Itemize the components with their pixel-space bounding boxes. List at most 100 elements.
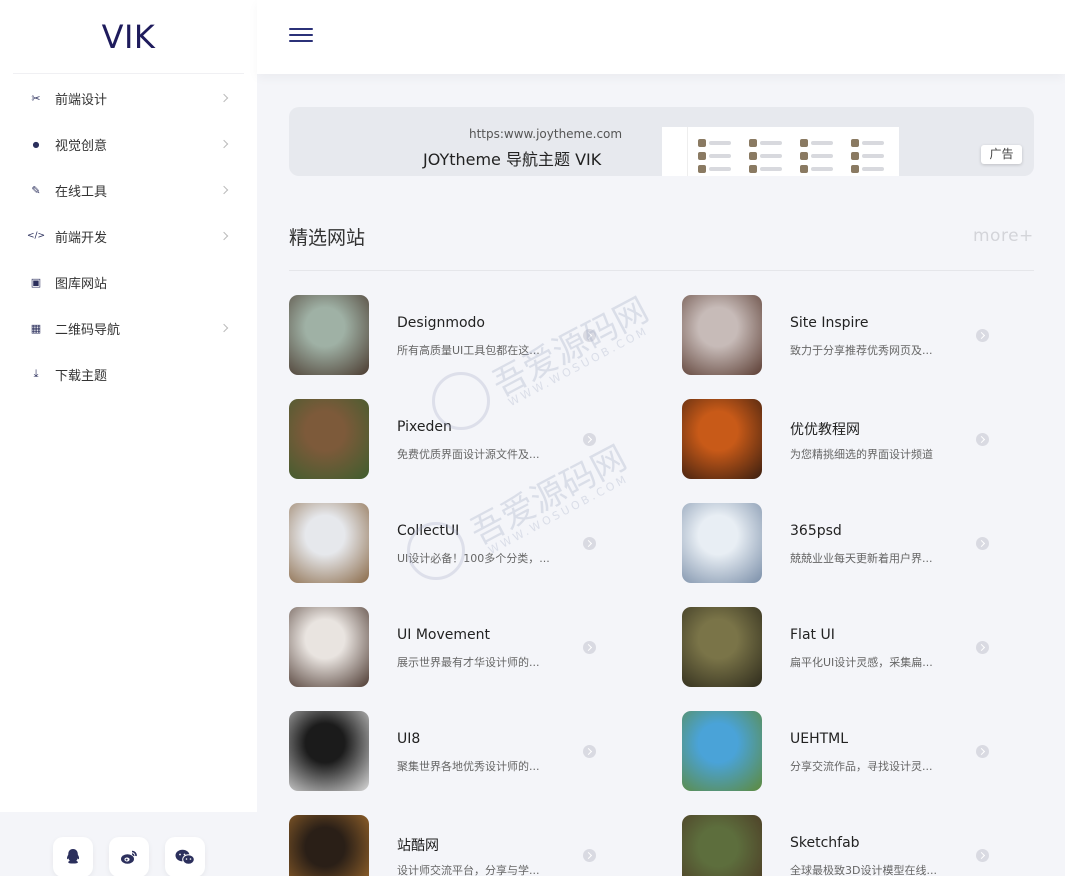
arrow-right-icon[interactable]: [976, 537, 989, 550]
site-thumbnail: [289, 399, 369, 479]
sidebar-item-label: 前端设计: [55, 92, 108, 108]
banner-title: JOYtheme 导航主题 VIK: [423, 150, 602, 169]
arrow-right-icon[interactable]: [583, 745, 596, 758]
site-description: 所有高质量UI工具包都在这...: [397, 344, 540, 357]
site-description: 展示世界最有才华设计师的...: [397, 656, 540, 669]
site-name: Flat UI: [790, 627, 835, 643]
site-thumbnail: [682, 711, 762, 791]
ad-badge: 广告: [981, 145, 1022, 164]
banner-mini-row: [862, 167, 884, 171]
arrow-right-icon[interactable]: [583, 433, 596, 446]
more-link[interactable]: more+: [973, 226, 1034, 246]
site-name: Designmodo: [397, 315, 485, 331]
banner-mini-thumb: [749, 139, 757, 147]
arrow-right-icon[interactable]: [976, 641, 989, 654]
arrow-right-icon[interactable]: [976, 329, 989, 342]
qq-button[interactable]: [52, 837, 93, 876]
site-description: 分享交流作品，寻找设计灵...: [790, 760, 933, 773]
chevron-right-icon: [219, 231, 229, 241]
banner-mini-thumb: [851, 139, 859, 147]
weibo-button[interactable]: [108, 837, 149, 876]
wechat-button[interactable]: [164, 837, 205, 876]
site-thumbnail: [289, 295, 369, 375]
site-card[interactable]: CollectUI UI设计必备！100多个分类，...: [289, 503, 619, 583]
hamburger-line: [289, 34, 313, 36]
sidebar-item[interactable]: ▣ 图库网站: [0, 259, 257, 305]
chevron-right-icon: [219, 185, 229, 195]
arrow-right-icon[interactable]: [583, 849, 596, 862]
banner-mini-row: [811, 154, 833, 158]
banner-mini-thumb: [698, 139, 706, 147]
banner-mini-thumb: [800, 152, 808, 160]
site-card[interactable]: UI8 聚集世界各地优秀设计师的...: [289, 711, 619, 791]
site-card[interactable]: UEHTML 分享交流作品，寻找设计灵...: [682, 711, 1012, 791]
weibo-icon: [120, 850, 137, 864]
qrcode-icon: ▦: [30, 321, 42, 335]
banner-mini-row: [862, 141, 884, 145]
arrow-right-icon[interactable]: [583, 537, 596, 550]
site-card[interactable]: 优优教程网 为您精挑细选的界面设计频道: [682, 399, 1012, 479]
site-thumbnail: [682, 399, 762, 479]
section-title: 精选网站: [289, 227, 366, 249]
sidebar-nav: ✂ 前端设计 ● 视觉创意 ✎ 在线工具 </> 前端开发 ▣ 图库网站 ▦ 二维码导航 ⤓ 下载主题: [0, 75, 257, 397]
site-description: 致力于分享推荐优秀网页及...: [790, 344, 933, 357]
code-icon: </>: [26, 231, 46, 241]
chevron-right-icon: [219, 323, 229, 333]
arrow-right-icon[interactable]: [976, 745, 989, 758]
banner-mini-thumb: [749, 152, 757, 160]
site-card[interactable]: 站酷网 设计师交流平台，分享与学...: [289, 815, 619, 876]
sidebar-item[interactable]: ▦ 二维码导航: [0, 305, 257, 351]
sidebar-item-label: 在线工具: [55, 184, 108, 200]
arrow-right-icon[interactable]: [583, 329, 596, 342]
sidebar-item-label: 下载主题: [55, 368, 108, 384]
site-thumbnail: [682, 295, 762, 375]
banner-mini-row: [760, 141, 782, 145]
logo[interactable]: VIK: [13, 0, 244, 74]
image-icon: ▣: [30, 275, 42, 289]
arrow-right-icon[interactable]: [976, 849, 989, 862]
banner-mini-row: [709, 167, 731, 171]
ad-banner[interactable]: https:www.joytheme.com JOYtheme 导航主题 VIK…: [289, 107, 1034, 176]
site-card[interactable]: Sketchfab 全球最极致3D设计模型在线...: [682, 815, 1012, 876]
sidebar-item-label: 视觉创意: [55, 138, 108, 154]
site-thumbnail: [289, 607, 369, 687]
site-card[interactable]: Flat UI 扁平化UI设计灵感，采集扁...: [682, 607, 1012, 687]
menu-toggle-button[interactable]: [289, 28, 313, 44]
banner-mini-row: [760, 154, 782, 158]
site-card[interactable]: 365psd 兢兢业业每天更新着用户界...: [682, 503, 1012, 583]
banner-mini-row: [811, 141, 833, 145]
site-card[interactable]: Pixeden 免费优质界面设计源文件及...: [289, 399, 619, 479]
arrow-right-icon[interactable]: [583, 641, 596, 654]
chevron-right-icon: [219, 139, 229, 149]
site-thumbnail: [682, 815, 762, 876]
hamburger-line: [289, 28, 313, 30]
scissors-icon: ✂: [31, 91, 41, 105]
sidebar-item[interactable]: ✎ 在线工具: [0, 167, 257, 213]
site-card[interactable]: UI Movement 展示世界最有才华设计师的...: [289, 607, 619, 687]
site-card[interactable]: Site Inspire 致力于分享推荐优秀网页及...: [682, 295, 1012, 375]
sidebar-item[interactable]: ⤓ 下载主题: [0, 351, 257, 397]
site-card[interactable]: Designmodo 所有高质量UI工具包都在这...: [289, 295, 619, 375]
site-name: UEHTML: [790, 731, 849, 747]
site-name: 优优教程网: [790, 422, 860, 438]
sidebar-item[interactable]: </> 前端开发: [0, 213, 257, 259]
arrow-right-icon[interactable]: [976, 433, 989, 446]
logo-text: VIK: [101, 17, 156, 56]
banner-mini-thumb: [851, 152, 859, 160]
banner-mini-row: [862, 154, 884, 158]
banner-mini-thumb: [698, 165, 706, 173]
top-header: [257, 0, 1065, 74]
section-divider: [289, 270, 1034, 271]
sidebar-item[interactable]: ✂ 前端设计: [0, 75, 257, 121]
site-name: Site Inspire: [790, 315, 869, 331]
sidebar-item-label: 二维码导航: [55, 322, 121, 338]
banner-screenshot-sidebar: [662, 127, 688, 176]
site-thumbnail: [289, 815, 369, 876]
site-name: Sketchfab: [790, 835, 860, 851]
site-description: 扁平化UI设计灵感，采集扁...: [790, 656, 933, 669]
social-links: [0, 812, 257, 876]
site-name: CollectUI: [397, 523, 460, 539]
banner-mini-row: [709, 141, 731, 145]
sidebar-item[interactable]: ● 视觉创意: [0, 121, 257, 167]
site-description: 全球最极致3D设计模型在线...: [790, 864, 937, 876]
